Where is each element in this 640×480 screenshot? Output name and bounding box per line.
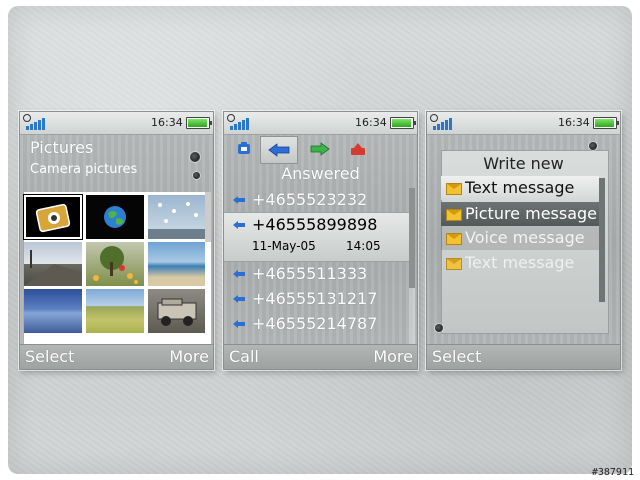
rivet-icon xyxy=(193,172,200,179)
clock: 16:34 xyxy=(558,116,590,129)
thumbnail-lake[interactable] xyxy=(24,289,82,333)
incoming-arrow-icon xyxy=(268,143,290,157)
rivet-icon xyxy=(589,142,597,150)
incoming-arrow-icon xyxy=(233,295,245,303)
thumbnail-jeep[interactable] xyxy=(148,289,206,333)
thumbnail-railway[interactable] xyxy=(24,242,82,286)
rivet-icon xyxy=(190,152,200,162)
status-bar: 16:34 xyxy=(427,112,620,135)
call-number: +46555131217 xyxy=(252,289,378,308)
clock: 16:34 xyxy=(355,116,387,129)
jeep-image xyxy=(157,298,197,326)
battery-icon xyxy=(593,117,619,129)
page-title: Write new xyxy=(483,154,564,173)
globe-icon xyxy=(104,206,126,228)
envelope-icon xyxy=(446,183,462,195)
thumbnail-globe[interactable] xyxy=(86,195,144,239)
image-id-watermark: #387911 xyxy=(591,467,634,478)
menu-item-text-message-2[interactable]: Text message xyxy=(441,251,599,275)
thumbnail-beach[interactable] xyxy=(148,242,206,286)
menu-item-text-message[interactable]: Text message xyxy=(441,176,599,200)
call-list-item[interactable]: +4655523232 xyxy=(224,188,410,212)
incoming-arrow-icon xyxy=(233,196,245,204)
pictures-screen: 16:34 Pictures Camera pictures Select Mo… xyxy=(19,111,214,370)
rivet-icon xyxy=(435,324,443,332)
scrollbar[interactable] xyxy=(409,188,415,344)
clock: 16:34 xyxy=(151,116,183,129)
picture-envelope-icon xyxy=(446,209,462,221)
call-list-header: Answered xyxy=(281,164,360,183)
call-list-item-selected[interactable]: +46555899898 11-May-05 14:05 xyxy=(224,212,410,262)
call-number: +46555214787 xyxy=(252,314,378,333)
thumbnail-flowers[interactable] xyxy=(86,242,144,286)
incoming-arrow-icon xyxy=(233,270,245,278)
signal-strength-icon xyxy=(230,118,250,130)
page-title: Pictures xyxy=(30,138,94,157)
outgoing-arrow-icon xyxy=(310,142,330,156)
incoming-arrow-icon xyxy=(233,221,245,229)
flowers-image xyxy=(93,246,138,284)
tab-all-calls[interactable] xyxy=(226,136,262,162)
thumbnail-grid xyxy=(24,192,206,346)
battery-icon xyxy=(390,117,416,129)
status-bar: 16:34 xyxy=(224,112,417,135)
softkey-bar: Select More xyxy=(20,344,213,369)
select-softkey[interactable]: Select xyxy=(432,347,481,366)
call-list-item[interactable]: +46555214787 xyxy=(224,312,410,336)
menu-item-picture-message[interactable]: Picture message xyxy=(441,202,599,226)
tab-answered[interactable] xyxy=(260,136,298,164)
incoming-arrow-icon xyxy=(233,320,245,328)
more-softkey[interactable]: More xyxy=(169,347,209,366)
call-list-item[interactable]: +46555131217 xyxy=(224,287,410,311)
menu-item-voice-message[interactable]: Voice message xyxy=(441,226,599,250)
envelope-icon xyxy=(446,258,462,270)
call-type-tabs xyxy=(224,134,417,164)
call-list-item[interactable]: +4655511333 xyxy=(224,262,410,286)
call-number: +46555899898 xyxy=(252,215,378,234)
railway-image xyxy=(24,250,82,286)
call-time: 14:05 xyxy=(346,239,381,253)
battery-icon xyxy=(186,117,212,129)
sky-birds-image xyxy=(148,202,206,239)
voice-envelope-icon xyxy=(446,233,462,245)
tab-missed[interactable] xyxy=(340,136,376,162)
softkey-bar: Call More xyxy=(224,344,417,369)
tab-dialled[interactable] xyxy=(302,136,338,162)
missed-call-icon xyxy=(351,143,365,155)
call-date: 11-May-05 xyxy=(252,239,316,253)
softkey-bar: Select xyxy=(427,344,620,369)
thumbnail-camera-folder[interactable] xyxy=(24,195,82,239)
call-softkey[interactable]: Call xyxy=(229,347,259,366)
call-number: +4655511333 xyxy=(252,264,368,283)
scrollbar[interactable] xyxy=(205,192,211,346)
signal-strength-icon xyxy=(433,118,453,130)
phone-icon xyxy=(238,142,250,154)
camera-folder-icon xyxy=(35,203,71,233)
signal-strength-icon xyxy=(26,118,46,130)
select-softkey[interactable]: Select xyxy=(25,347,74,366)
call-list-screen: 16:34 Answered +4655523232 +46555899898 … xyxy=(223,111,418,370)
thumbnail-field[interactable] xyxy=(86,289,144,333)
folder-subtitle: Camera pictures xyxy=(30,162,138,177)
more-softkey[interactable]: More xyxy=(373,347,413,366)
call-number: +4655523232 xyxy=(252,190,368,209)
status-bar: 16:34 xyxy=(20,112,213,135)
thumbnail-sky-birds[interactable] xyxy=(148,195,206,239)
write-new-screen: 16:34 Write new Text message Picture mes… xyxy=(426,111,621,370)
scrollbar[interactable] xyxy=(599,178,605,302)
